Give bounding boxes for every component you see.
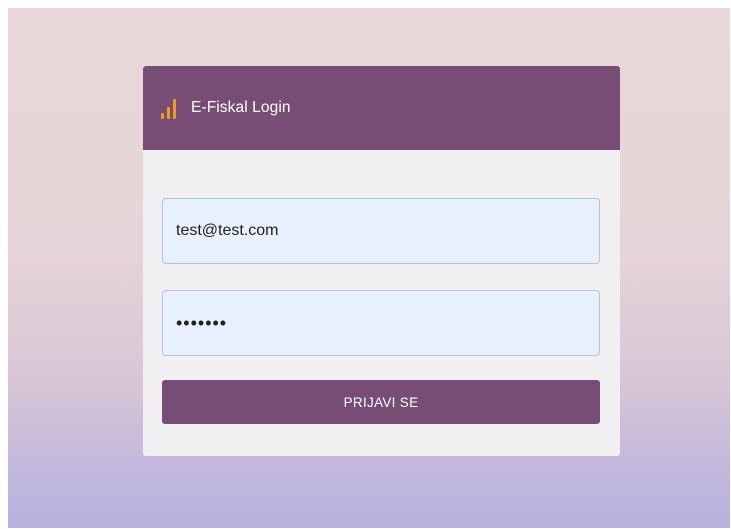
- email-field[interactable]: [162, 198, 600, 264]
- login-button[interactable]: PRIJAVI SE: [162, 380, 600, 424]
- password-field[interactable]: [162, 290, 600, 356]
- bar-chart-icon: [161, 97, 185, 119]
- login-card: E-Fiskal Login PRIJAVI SE: [143, 66, 620, 456]
- login-screen: E-Fiskal Login PRIJAVI SE: [8, 8, 730, 528]
- login-title: E-Fiskal Login: [191, 99, 291, 116]
- login-header: E-Fiskal Login: [143, 66, 620, 150]
